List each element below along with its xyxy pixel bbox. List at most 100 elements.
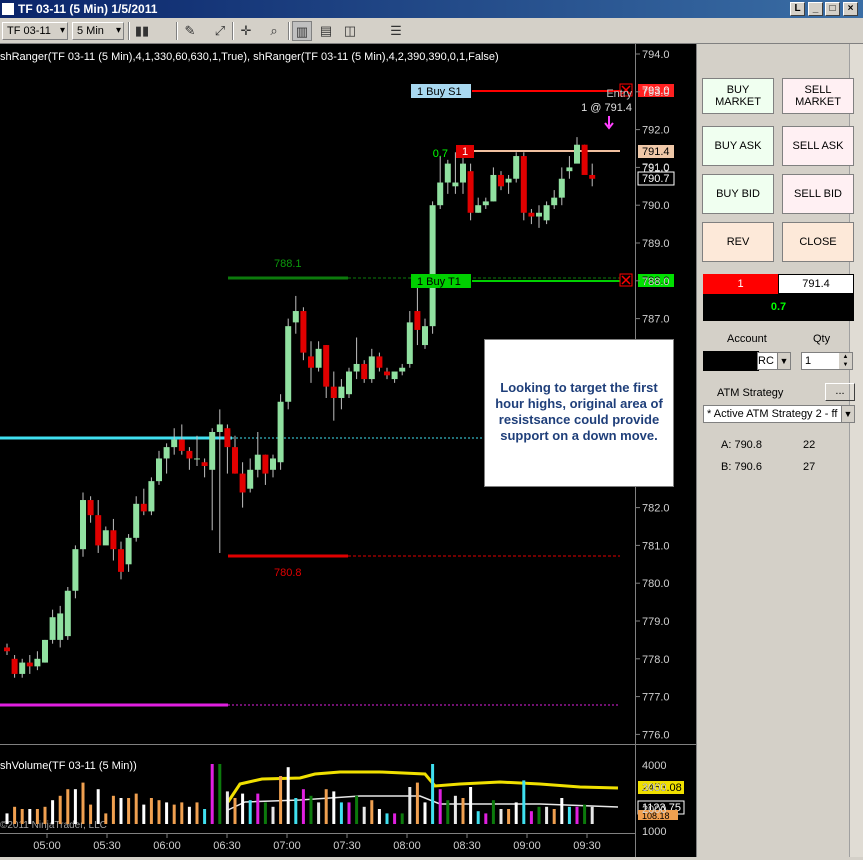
volume-bar xyxy=(484,813,488,824)
time-tick-label: 09:30 xyxy=(573,840,601,852)
volume-bar xyxy=(142,804,146,824)
candle-body xyxy=(285,326,292,402)
range-low-label: 780.8 xyxy=(274,567,302,579)
volume-bar xyxy=(127,798,131,824)
candle xyxy=(11,655,18,678)
volume-bar xyxy=(575,806,579,824)
candle xyxy=(414,280,421,346)
candle-body xyxy=(536,212,542,217)
bar-type-icon[interactable]: ▮▮ xyxy=(132,21,152,41)
search-icon[interactable]: ⌕ xyxy=(264,21,284,41)
candle xyxy=(34,651,41,671)
toolbar-separator xyxy=(232,22,234,40)
quantity-stepper[interactable]: 1 ▲ ▼ xyxy=(801,352,853,370)
buy-ask-button[interactable]: BUY ASK xyxy=(702,126,774,166)
candle-body xyxy=(140,503,147,512)
instrument-selector[interactable]: TF 03-11 xyxy=(2,22,68,40)
volume-bar xyxy=(560,798,564,824)
candle xyxy=(125,534,132,572)
candle xyxy=(277,394,284,470)
candle-body xyxy=(399,367,406,372)
stop-order-label[interactable]: 1 Buy S1 xyxy=(417,86,462,98)
period-selector[interactable]: 5 Min xyxy=(72,22,124,40)
crosshair-icon[interactable]: ✛ xyxy=(236,21,256,41)
volume-bar xyxy=(195,802,199,824)
volume-bar xyxy=(271,806,275,824)
volume-bar xyxy=(431,764,435,824)
candle xyxy=(186,447,193,470)
zoom-tool-icon[interactable]: ⤢ xyxy=(210,21,230,41)
toolbar-separator xyxy=(288,22,290,40)
volume-bar xyxy=(355,795,359,824)
close-button[interactable]: × xyxy=(843,2,858,16)
price-tick-label: 789.0 xyxy=(642,238,670,250)
candle xyxy=(505,174,512,194)
time-tick-label: 08:30 xyxy=(453,840,481,852)
candle-body xyxy=(133,503,140,538)
candle xyxy=(285,318,292,410)
candle xyxy=(368,348,375,383)
reverse-button[interactable]: REV xyxy=(702,222,774,262)
candle-body xyxy=(201,462,208,467)
annotation-note[interactable]: Looking to target the first hour highs, … xyxy=(484,339,674,487)
candle-body xyxy=(558,178,565,198)
draw-pencil-icon[interactable]: ✎ xyxy=(180,21,200,41)
time-tick-label: 07:30 xyxy=(333,840,361,852)
candle xyxy=(528,208,535,225)
chart-toolbar: TF 03-11 5 Min ▮▮ ✎ ⤢ ✛ ⌕ ▥ ▤ ◫ ☰ xyxy=(0,18,863,44)
candle-body xyxy=(292,311,299,323)
volume-bar xyxy=(111,795,115,824)
window-title: TF 03-11 (5 Min) 1/5/2011 xyxy=(18,2,158,16)
sell-ask-button[interactable]: SELL ASK xyxy=(782,126,854,166)
candle-body xyxy=(551,197,558,206)
candle-body xyxy=(262,454,269,474)
volume-bar xyxy=(438,789,442,824)
price-chart[interactable]: shRanger(TF 03-11 (5 Min),4,1,330,60,630… xyxy=(0,44,696,857)
lock-button[interactable]: L xyxy=(790,2,805,16)
candle-body xyxy=(460,163,466,183)
candle-body xyxy=(224,428,231,448)
volume-bar xyxy=(218,764,222,824)
position-qty[interactable]: 1 xyxy=(462,146,468,158)
volume-bar xyxy=(172,804,176,824)
chevron-down-icon[interactable]: ▼ xyxy=(839,361,852,369)
chevron-up-icon[interactable]: ▲ xyxy=(839,353,852,361)
volume-bar xyxy=(180,802,184,824)
candle-body xyxy=(346,371,352,395)
chevron-down-icon[interactable]: ▼ xyxy=(777,353,790,369)
position-quantity: 1 xyxy=(703,274,778,294)
chevron-down-icon[interactable]: ▼ xyxy=(841,406,854,422)
strategies-icon[interactable]: ◫ xyxy=(340,21,360,41)
volume-bar xyxy=(529,811,533,824)
atm-options-button[interactable]: ... xyxy=(825,383,855,401)
maximize-button[interactable]: □ xyxy=(825,2,840,16)
volume-bar xyxy=(119,798,123,824)
candle-body xyxy=(64,590,71,637)
candle xyxy=(437,156,444,209)
volume-tick-label: 4000 xyxy=(642,760,666,772)
candle xyxy=(110,518,117,561)
account-select[interactable]: RC ▼ xyxy=(757,352,791,370)
candle-body xyxy=(543,205,550,221)
volume-bar xyxy=(499,809,503,824)
minimize-button[interactable]: _ xyxy=(808,2,823,16)
volume-bar xyxy=(377,809,381,824)
price-tick-label: 790.0 xyxy=(642,200,670,212)
volume-bar xyxy=(165,802,169,824)
time-tick-label: 06:30 xyxy=(213,840,241,852)
indicators-icon[interactable]: ▤ xyxy=(316,21,336,41)
volume-bar xyxy=(309,795,313,824)
buy-bid-button[interactable]: BUY BID xyxy=(702,174,774,214)
candle-body xyxy=(118,549,124,572)
close-position-button[interactable]: CLOSE xyxy=(782,222,854,262)
time-tick-label: 08:00 xyxy=(393,840,421,852)
atm-strategy-select[interactable]: * Active ATM Strategy 2 - ff ▼ xyxy=(703,405,855,423)
chart-trader-icon[interactable]: ▥ xyxy=(292,21,312,41)
sell-market-button[interactable]: SELL MARKET xyxy=(782,78,854,114)
candle xyxy=(163,443,170,474)
properties-icon[interactable]: ☰ xyxy=(386,21,406,41)
time-tick-label: 05:30 xyxy=(93,840,121,852)
buy-market-button[interactable]: BUY MARKET xyxy=(702,78,774,114)
target-order-label[interactable]: 1 Buy T1 xyxy=(417,276,461,288)
sell-bid-button[interactable]: SELL BID xyxy=(782,174,854,214)
